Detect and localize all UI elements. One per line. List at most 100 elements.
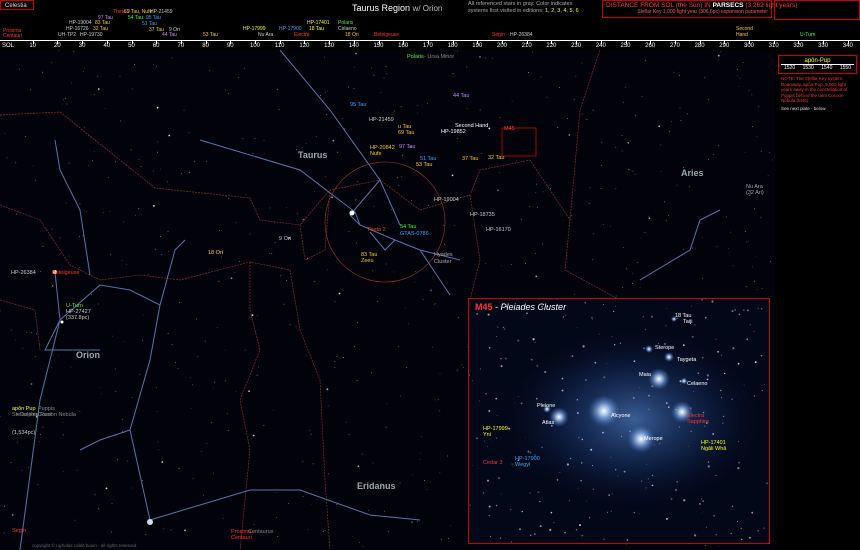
inset-star-label[interactable]: Merope	[644, 436, 663, 442]
legend-note: All referenced stars in gray. Color indi…	[468, 1, 603, 14]
map-star-label[interactable]: (32 Ari)	[746, 190, 764, 196]
scale-tick-label: 10	[29, 43, 37, 49]
scale-tick-label: 300	[743, 43, 755, 49]
map-star-label[interactable]: 69 Tau	[398, 130, 414, 136]
scale-star-label[interactable]: Segin	[492, 33, 505, 38]
side-box: apôn-Pup 1520 1530 1540 1550	[778, 55, 857, 74]
map-star-label[interactable]: Nufe	[370, 151, 382, 157]
title-main: Taurus Region	[352, 3, 411, 13]
map-star-label[interactable]: (1,534pc)	[12, 430, 35, 436]
star-maia	[648, 368, 670, 390]
constellation-eridanus: Eridanus	[357, 481, 396, 491]
map-star-label[interactable]: HP-16170	[486, 227, 511, 233]
inset-star-label[interactable]: Wegyl	[515, 462, 530, 468]
map-star-label[interactable]: 97 Tau	[399, 144, 415, 150]
scale-star-label[interactable]: HP-19730	[80, 33, 103, 38]
map-star-label[interactable]: GTAS-0786	[400, 231, 429, 237]
scale-star-label[interactable]: Centauri	[3, 34, 22, 39]
distance-title: DISTANCE FROM SOL (the Sun) IN PARSECS (…	[606, 2, 797, 9]
side-year: 1520	[784, 65, 796, 71]
map-star-label[interactable]: Dolphin Reef	[20, 412, 52, 418]
title-subtitle: w/ Orion	[412, 4, 443, 13]
legend-editions: 1, 2, 3, 4, 5, 6	[545, 7, 579, 14]
inset-star-label[interactable]: Cedar 3	[483, 460, 503, 466]
side-year: 1540	[821, 65, 833, 71]
map-star-label[interactable]: 95 Tau	[350, 102, 366, 108]
map-star-label[interactable]: Theta 2	[367, 227, 386, 233]
side-next-link[interactable]: See next plate - below	[775, 106, 860, 111]
scale-tick-label: 250	[620, 43, 631, 49]
map-star-label[interactable]: Segin	[12, 528, 26, 534]
map-star-label[interactable]: 32 Tau	[488, 155, 504, 161]
copyright: copyright © nicholas caleb bouin - all r…	[32, 543, 137, 548]
star-rigel	[147, 519, 153, 525]
side-title: apôn-Pup	[781, 58, 854, 65]
map-star-label[interactable]: 54 Tau	[400, 224, 416, 230]
scale-star-label[interactable]: U-Turn	[800, 33, 815, 38]
inset-star-label[interactable]: Sapphire	[687, 419, 709, 425]
top-right-frame	[774, 0, 860, 20]
map-star-label[interactable]: 18 Ori	[208, 250, 223, 256]
scale-star-label[interactable]: 18 Ori	[345, 33, 359, 38]
scale-tick-label: 290	[719, 43, 730, 49]
inset-star-label[interactable]: Sterope	[655, 345, 674, 351]
map-star-label[interactable]: Centauri	[231, 535, 252, 541]
map-star-label[interactable]: HP-26384	[11, 270, 36, 276]
map-star-label[interactable]: HP-21459	[369, 117, 394, 123]
distance-title-box: DISTANCE FROM SOL (the Sun) IN PARSECS (…	[602, 0, 797, 18]
inset-star-label[interactable]: Taiji	[683, 319, 692, 325]
inset-title: M45 - Pleiades Cluster	[475, 302, 567, 312]
constellation-aries: Aries	[681, 168, 704, 178]
scale-tick-label: 220	[546, 43, 557, 49]
pleiades-inset[interactable]: M45 - Pleiades Cluster 18 Tau Taiji Sterop…	[468, 298, 770, 544]
star-alcyone	[588, 395, 620, 427]
map-star-label[interactable]: 44 Tau	[453, 93, 469, 99]
scale-tick-label: 50	[128, 43, 135, 49]
scale-tick-label: 330	[818, 43, 829, 49]
scale-star-label[interactable]: 54 Tau	[128, 16, 143, 21]
legend-note-line2: systems first visited in editions	[468, 7, 542, 14]
scale-star-label[interactable]: HP-26384	[510, 33, 533, 38]
scale-star-label[interactable]: Nu Ara	[258, 33, 273, 38]
inset-star-label[interactable]: Maia	[639, 372, 651, 378]
inset-star-label[interactable]: Taygeta	[677, 357, 696, 363]
scale-tick-label: 320	[793, 43, 804, 49]
inset-star-label[interactable]: Yni	[483, 432, 491, 438]
scale-star-label[interactable]: 44 Tau	[162, 33, 177, 38]
inset-star-label[interactable]: Pleione	[537, 403, 555, 409]
map-star-label[interactable]: HP-18735	[470, 212, 495, 218]
scale-star-label[interactable]: Betelgeuse	[374, 33, 399, 38]
scale-star-label[interactable]: Hand	[736, 33, 748, 38]
side-years: 1520 1530 1540 1550	[781, 65, 854, 71]
scale-star-label[interactable]: 83 Tau	[95, 21, 110, 26]
map-star-label[interactable]: 9 Ori	[279, 236, 291, 242]
scale-tick-label: 260	[645, 43, 656, 49]
inset-star-label[interactable]: Ngâli Whâ	[701, 446, 726, 452]
inset-star-label[interactable]: Celaeno	[687, 381, 708, 387]
map-star-label[interactable]: HP-19852	[441, 129, 466, 135]
map-star-label[interactable]: Polaris	[407, 54, 424, 60]
scale-star-label[interactable]: 53 Tau	[203, 33, 218, 38]
scale-star-label[interactable]: 18 Tau	[309, 27, 324, 32]
star-u-turn	[60, 320, 64, 324]
map-star-label[interactable]: Zeeu	[361, 258, 374, 264]
map-star-label[interactable]: - Ursa Minor	[424, 54, 454, 60]
inset-graphics	[469, 299, 768, 543]
inset-title-name: Pleiades Cluster	[500, 302, 567, 312]
map-star-label[interactable]: Centaurus	[248, 529, 273, 535]
map-star-label[interactable]: 37 Tau	[462, 156, 478, 162]
star-aldebaran	[349, 210, 355, 216]
celestia-button[interactable]: Celestia	[0, 0, 34, 10]
map-star-label[interactable]: (337.8pc)	[66, 315, 89, 321]
map-star-label[interactable]: HP-19004	[434, 197, 459, 203]
scale-star-label[interactable]: UH-TP2	[58, 33, 76, 38]
map-star-label[interactable]: Hyades	[434, 252, 453, 258]
inset-star-label[interactable]: Atlas	[542, 420, 554, 426]
scale-star-label[interactable]: Electra	[294, 33, 310, 38]
map-star-label[interactable]: M45	[504, 126, 515, 132]
map-star-label[interactable]: 53 Tau	[416, 162, 432, 168]
map-star-label[interactable]: Betelgeuse	[52, 270, 80, 276]
constellation-orion: Orion	[76, 350, 100, 360]
inset-star-label[interactable]: Alcyone	[611, 413, 631, 419]
map-star-label[interactable]: Cluster	[434, 259, 451, 265]
